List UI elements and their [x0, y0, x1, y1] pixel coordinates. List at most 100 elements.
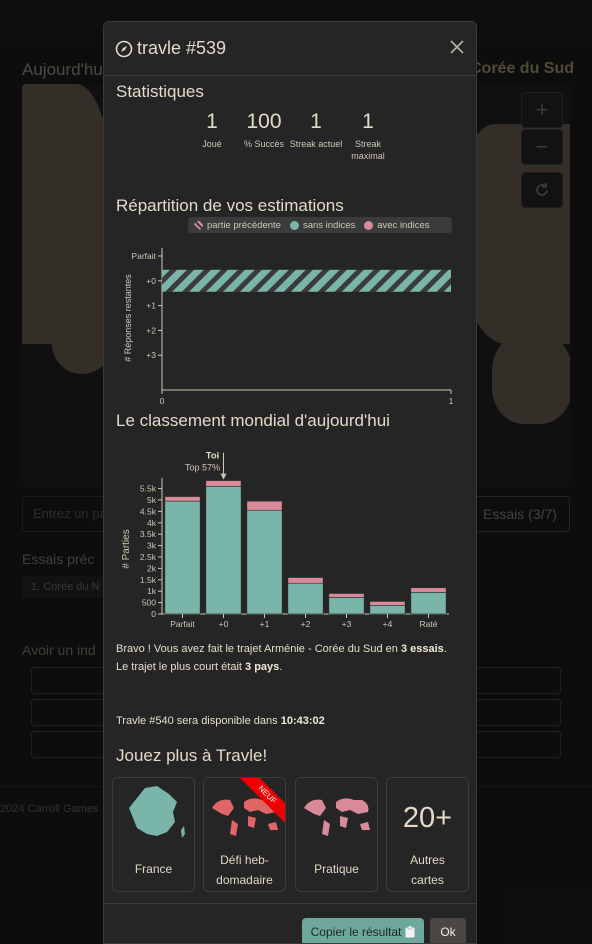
- bar-with-hints: [328, 593, 365, 598]
- x-tick-label: +1: [260, 619, 270, 627]
- stat-value: 1: [206, 110, 218, 133]
- card-label: Pratique: [314, 862, 359, 876]
- distribution-title: Répartition de vos estimations: [116, 196, 344, 215]
- y-tick-label: +0: [146, 276, 156, 286]
- teal-swatch-icon: [289, 220, 299, 230]
- ok-button[interactable]: Ok: [430, 918, 466, 943]
- y-tick-label: 3k: [147, 541, 157, 551]
- card-label: Défi heb- domadaire: [216, 853, 273, 887]
- ranking-chart: 0500 1k1.5k 2k2.5k3k 3.5k4k 4.5k5k5.5k Parfai…: [121, 451, 449, 627]
- stat-label: Streak actuel: [289, 139, 343, 149]
- y-tick-label: 4k: [147, 518, 157, 528]
- y-tick-label: 1k: [147, 586, 157, 596]
- play-more-title: Jouez plus à Travle!: [116, 746, 268, 765]
- legend-item-previous: partie précédente: [194, 220, 281, 231]
- stat-value: 1: [362, 110, 374, 133]
- card-other-maps[interactable]: 20+ Autres cartes: [386, 777, 469, 892]
- world-map-icon: [304, 798, 370, 836]
- results-modal: travle #539 Statistiques 1 Joué 100 % Su…: [103, 21, 477, 944]
- stat-value: 100: [246, 110, 282, 133]
- x-tick-label: 1: [449, 396, 454, 404]
- modal-footer-divider: [104, 903, 476, 904]
- copy-label: Copier le résultat: [310, 925, 402, 939]
- chart-legend: partie précédente sans indices avec indi…: [188, 217, 452, 233]
- stat-current-streak: 1 Streak actuel: [288, 110, 344, 150]
- modal-header: travle #539: [104, 22, 476, 76]
- clipboard-icon: [405, 926, 415, 938]
- y-tick-label: Parfait: [131, 251, 156, 261]
- y-tick-label: 1.5k: [140, 575, 157, 585]
- y-tick-label: 0: [151, 609, 156, 619]
- stat-played: 1 Joué: [190, 110, 234, 150]
- y-axis-label: # Parties: [121, 529, 132, 568]
- y-tick-label: +1: [146, 301, 156, 311]
- distribution-chart: Parfait+0+1+2+301# Parties# Réponses res…: [123, 248, 454, 404]
- y-tick-label: 4.5k: [140, 506, 157, 516]
- card-weekly-challenge[interactable]: NEUF Défi heb- domadaire: [203, 777, 286, 892]
- legend-item-no-hints: sans indices: [289, 219, 356, 231]
- x-tick-label: Parfait: [170, 619, 195, 627]
- close-icon[interactable]: [448, 38, 466, 56]
- stat-label: % Succès: [243, 139, 285, 149]
- y-tick-label: 2.5k: [140, 552, 157, 562]
- annotation-sublabel: Top 57%: [185, 463, 220, 473]
- bar-no-hints: [164, 500, 201, 615]
- card-number: 20+: [402, 802, 453, 834]
- stat-success: 100 % Succès: [240, 110, 288, 150]
- result-shortest: 3 pays: [245, 661, 280, 673]
- legend-label: partie précédente: [207, 219, 281, 231]
- next-game: Travle #540 sera disponible dans 10:43:0…: [116, 712, 325, 730]
- y-tick-label: 5.5k: [140, 484, 157, 494]
- bar-no-hints: [410, 592, 447, 615]
- stat-max-streak: 1 Streak maximal: [344, 110, 392, 162]
- stats-title: Statistiques: [116, 82, 204, 101]
- stat-value: 1: [310, 110, 322, 133]
- y-tick-label: +2: [146, 325, 156, 335]
- pink-swatch-icon: [364, 220, 374, 230]
- bar-with-hints: [164, 496, 201, 502]
- card-practice[interactable]: Pratique: [295, 777, 378, 892]
- x-tick-label: +2: [301, 619, 311, 627]
- hatch-swatch-icon: [194, 220, 203, 230]
- y-tick-label: +3: [146, 350, 156, 360]
- bar-previous-game: [162, 269, 451, 292]
- bar-with-hints: [287, 577, 324, 584]
- copy-result-button[interactable]: Copier le résultat: [302, 918, 424, 943]
- bar-no-hints: [328, 597, 365, 615]
- card-label: Autres cartes: [410, 853, 445, 887]
- y-tick-label: 500: [142, 598, 156, 608]
- countdown: 10:43:02: [280, 715, 325, 727]
- world-map-icon: [212, 798, 278, 836]
- card-label: France: [134, 862, 173, 876]
- card-france[interactable]: France: [112, 777, 195, 892]
- legend-label: avec indices: [377, 219, 430, 231]
- legend-label: sans indices: [302, 219, 356, 231]
- result-text: Bravo ! Vous avez fait le trajet Arménie…: [116, 643, 401, 655]
- bar-no-hints: [287, 582, 324, 615]
- bar-with-hints: [246, 500, 283, 511]
- bar-no-hints: [205, 485, 242, 615]
- stat-label: Streak maximal: [351, 139, 385, 161]
- x-tick-label: +4: [383, 619, 393, 627]
- x-tick-label: Raté: [420, 619, 438, 627]
- bar-with-hints: [369, 601, 406, 606]
- france-map-icon: [129, 786, 185, 838]
- x-tick-label: +0: [219, 619, 229, 627]
- x-tick-label: 0: [160, 396, 165, 404]
- y-axis-label: # Réponses restantes: [123, 274, 133, 362]
- bar-no-hints: [369, 605, 406, 615]
- bar-with-hints: [410, 587, 447, 593]
- annotation-arrow-head: [220, 473, 227, 480]
- compass-icon: [115, 40, 133, 57]
- stat-label: Joué: [202, 139, 222, 149]
- result-text: Le trajet le plus court était: [116, 661, 246, 673]
- bar-with-hints: [205, 480, 242, 487]
- x-tick-label: +3: [342, 619, 352, 627]
- bar-no-hints: [246, 509, 283, 615]
- ranking-title: Le classement mondial d'aujourd'hui: [116, 411, 390, 430]
- result-guesses: 3 essais: [400, 643, 444, 655]
- result-text: .: [443, 643, 447, 655]
- y-tick-label: 3.5k: [140, 529, 157, 539]
- next-game-text: Travle #540 sera disponible dans: [116, 715, 281, 727]
- y-tick-label: 2k: [147, 563, 157, 573]
